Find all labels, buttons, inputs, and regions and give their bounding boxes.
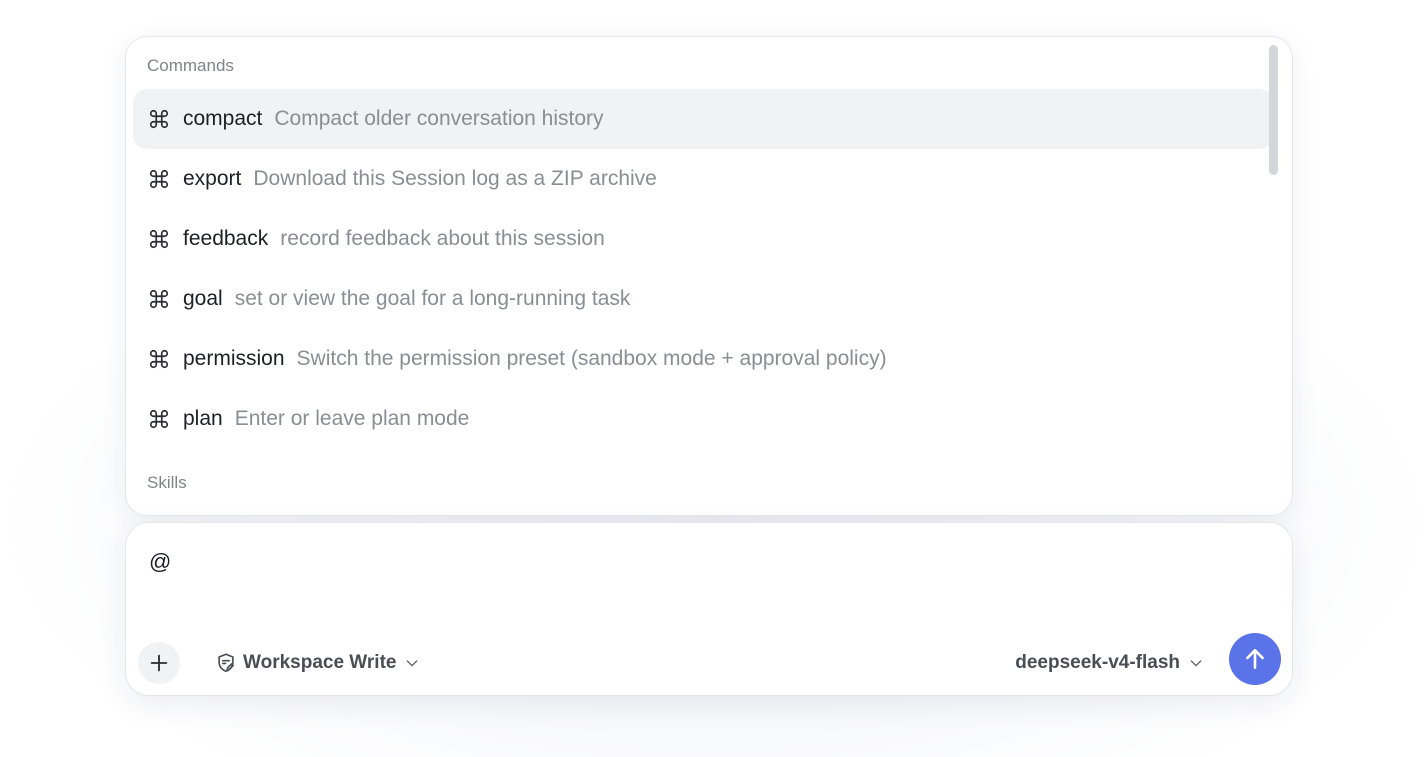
command-item-permission[interactable]: permission Switch the permission preset … — [133, 329, 1274, 389]
command-item-export[interactable]: export Download this Session log as a ZI… — [133, 149, 1274, 209]
plus-icon — [148, 652, 170, 674]
permission-selector[interactable]: Workspace Write — [215, 650, 420, 676]
command-icon — [147, 167, 171, 191]
command-description: Switch the permission preset (sandbox mo… — [296, 347, 887, 370]
send-button[interactable] — [1229, 633, 1281, 685]
command-item-feedback[interactable]: feedback record feedback about this sess… — [133, 209, 1274, 269]
command-name: plan — [183, 407, 223, 430]
model-label: deepseek-v4-flash — [1015, 652, 1180, 673]
command-item-goal[interactable]: goal set or view the goal for a long-run… — [133, 269, 1274, 329]
command-icon — [147, 287, 171, 311]
command-name: goal — [183, 287, 223, 310]
add-attachment-button[interactable] — [138, 642, 180, 684]
command-item-plan[interactable]: plan Enter or leave plan mode — [133, 389, 1274, 449]
command-name: feedback — [183, 227, 269, 250]
arrow-up-icon — [1242, 646, 1268, 672]
command-name: export — [183, 167, 242, 190]
command-name: compact — [183, 107, 263, 130]
model-selector[interactable]: deepseek-v4-flash — [1015, 650, 1204, 676]
command-description: set or view the goal for a long-running … — [234, 287, 631, 310]
composer: @ Workspace Write deepseek-v4-flash — [125, 522, 1293, 696]
permission-label: Workspace Write — [243, 652, 397, 673]
chevron-down-icon — [404, 655, 420, 671]
message-input[interactable]: @ — [149, 549, 171, 575]
command-icon — [147, 407, 171, 431]
command-description: Compact older conversation history — [274, 107, 604, 130]
command-item-compact[interactable]: compact Compact older conversation histo… — [133, 89, 1274, 149]
command-description: Download this Session log as a ZIP archi… — [253, 167, 657, 190]
command-name: permission — [183, 347, 285, 370]
shield-edit-icon — [215, 652, 237, 674]
chevron-down-icon — [1188, 655, 1204, 671]
command-icon — [147, 227, 171, 251]
command-icon — [147, 347, 171, 371]
skills-section-header: Skills — [147, 473, 187, 492]
command-icon — [147, 107, 171, 131]
commands-section-header: Commands — [147, 56, 234, 75]
command-description: Enter or leave plan mode — [234, 407, 470, 430]
command-list: compact Compact older conversation histo… — [133, 89, 1274, 449]
popup-scrollbar[interactable] — [1269, 45, 1278, 175]
command-popup: Commands compact Compact older conversat… — [125, 36, 1293, 516]
command-description: record feedback about this session — [280, 227, 605, 250]
